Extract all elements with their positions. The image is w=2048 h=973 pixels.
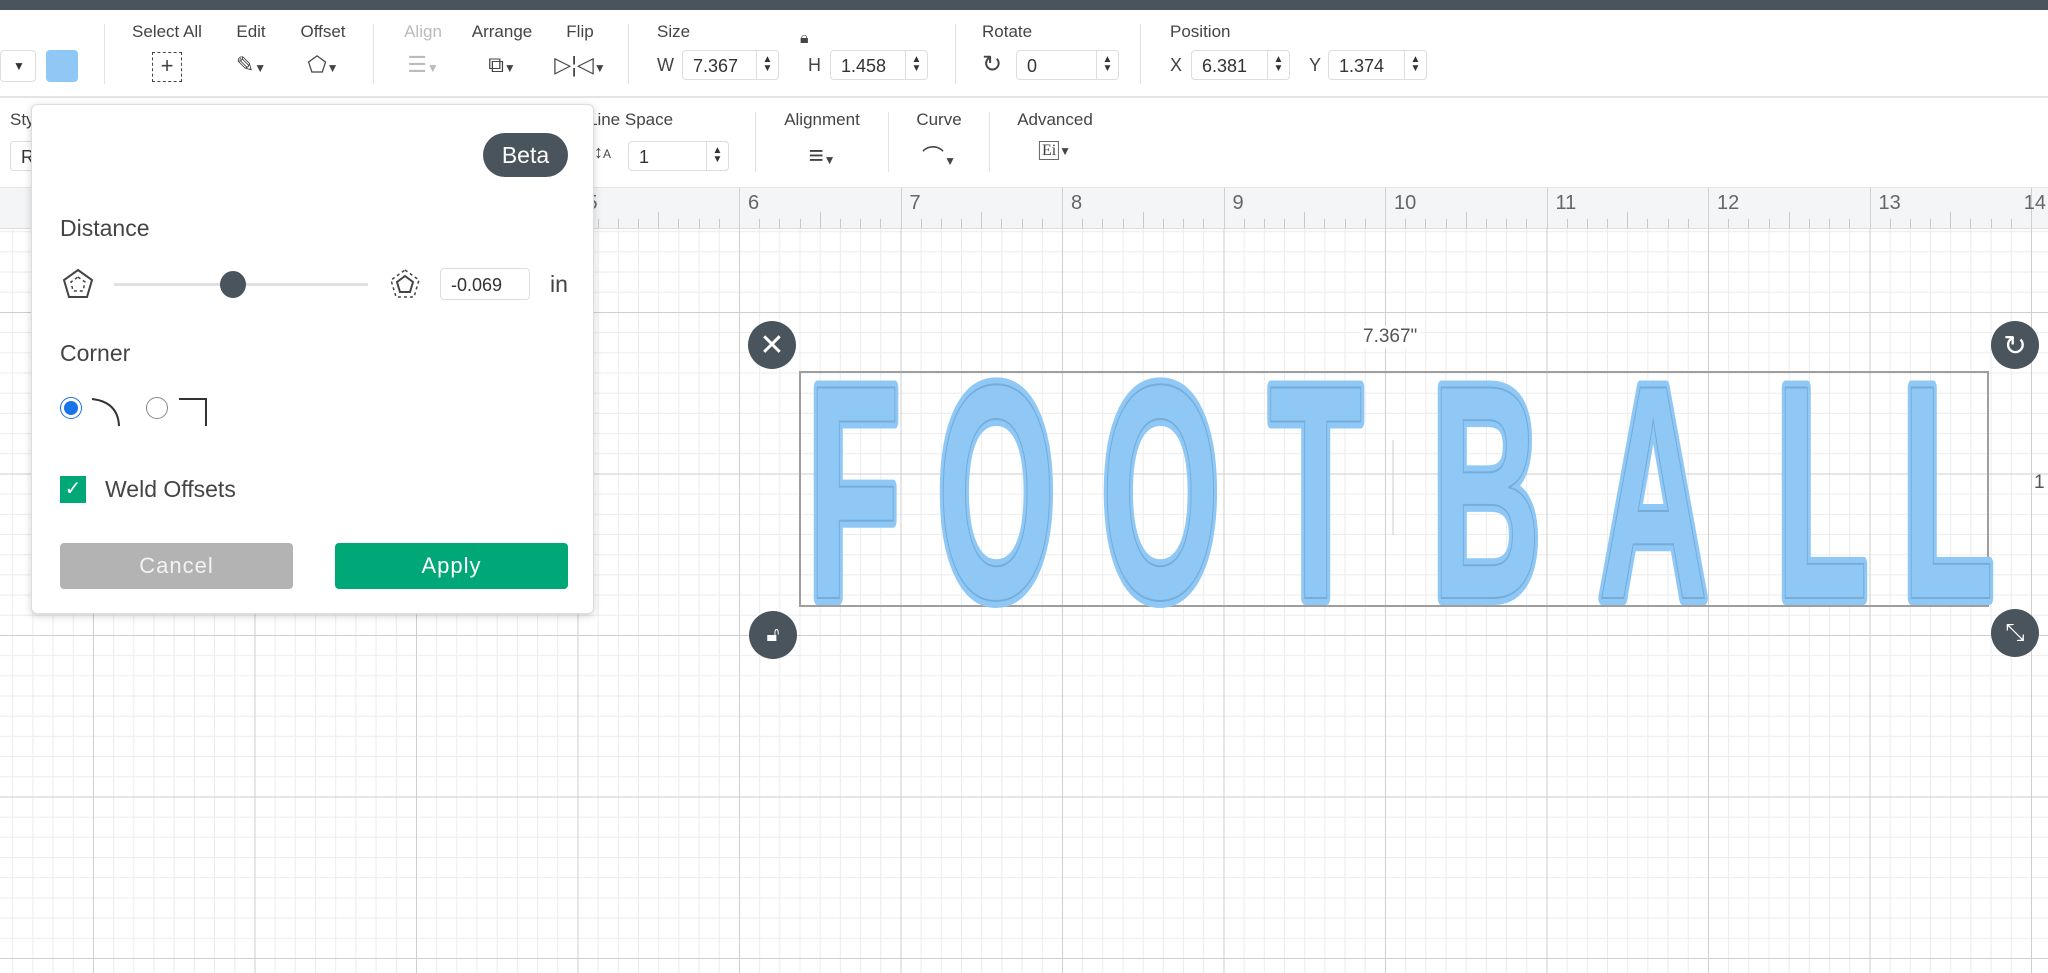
rounded-corner-icon bbox=[91, 398, 120, 426]
weld-offsets-checkbox[interactable]: ✓ bbox=[60, 476, 86, 503]
unit-label: in bbox=[550, 271, 568, 297]
rotate-icon: ↻ bbox=[2003, 329, 2027, 361]
corner-rounded-radio[interactable] bbox=[60, 397, 82, 419]
resize-arrows-icon: ⤡ bbox=[2005, 619, 2025, 646]
apply-button[interactable]: Apply bbox=[335, 543, 568, 589]
checkmark-icon: ✓ bbox=[64, 478, 82, 500]
width-dimension-label: 7.367" bbox=[1360, 326, 1421, 348]
distance-label: Distance bbox=[60, 215, 150, 241]
delete-handle[interactable]: ✕ bbox=[748, 321, 796, 369]
close-icon: ✕ bbox=[759, 328, 785, 362]
outset-pentagon-icon bbox=[390, 269, 420, 298]
resize-handle[interactable]: ⤡ bbox=[1991, 609, 2039, 657]
weld-offsets-label: Weld Offsets bbox=[105, 476, 236, 502]
distance-value: -0.069 bbox=[451, 275, 503, 295]
corner-label: Corner bbox=[60, 340, 131, 366]
football-text[interactable]: FOOTBALL FOOTBALL bbox=[802, 317, 1999, 668]
distance-input[interactable]: -0.069 bbox=[440, 268, 530, 300]
distance-slider[interactable] bbox=[114, 271, 368, 298]
rotate-handle[interactable]: ↻ bbox=[1991, 321, 2039, 369]
lock-handle[interactable]: 🔓︎ bbox=[749, 611, 797, 659]
beta-badge: Beta bbox=[483, 133, 568, 177]
football-text-outline: FOOTBALL bbox=[807, 322, 1994, 664]
square-corner-icon bbox=[179, 398, 207, 426]
corner-square-radio[interactable] bbox=[146, 397, 168, 419]
cancel-button[interactable]: Cancel bbox=[60, 543, 293, 589]
lock-icon: 🔓︎ bbox=[766, 623, 780, 646]
slider-thumb[interactable] bbox=[220, 271, 247, 298]
height-dimension-label: 1 bbox=[2034, 472, 2045, 493]
offset-panel: Beta Distance -0.069 in Corner ✓ Weld Of… bbox=[31, 104, 594, 614]
inset-pentagon-icon bbox=[62, 268, 94, 298]
